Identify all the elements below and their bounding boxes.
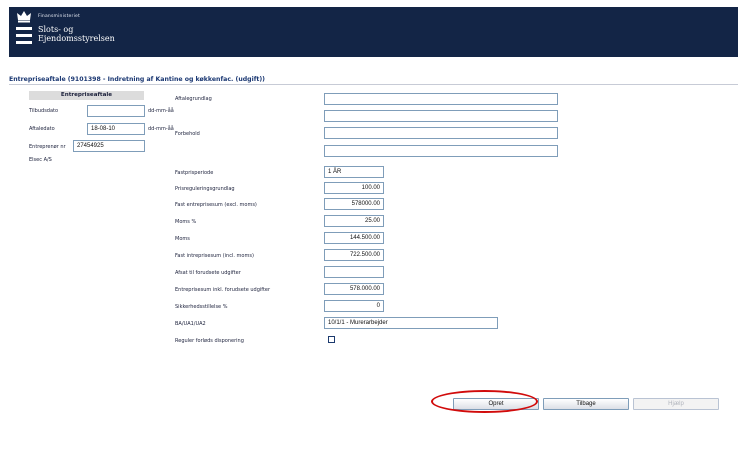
prisregulering-input[interactable]: 100.00 bbox=[324, 182, 384, 194]
inkl-forudsete-input[interactable]: 578.000.00 bbox=[324, 283, 384, 295]
moms-label: Moms bbox=[175, 236, 190, 242]
aftalegrundlag-label: Aftalegrundlag bbox=[175, 96, 212, 102]
entreprenor-input[interactable]: 27454925 bbox=[73, 140, 145, 152]
forbehold-label: Forbehold bbox=[175, 131, 200, 137]
ba-input[interactable]: 10/1/1 - Murerarbejder bbox=[324, 317, 498, 329]
agency-line-2: Ejendomsstyrelsen bbox=[38, 34, 115, 43]
aftaledato-label: Aftaledato bbox=[29, 126, 55, 132]
agency-name: Slots- og Ejendomsstyrelsen bbox=[38, 25, 115, 43]
fastprisperiode-input[interactable]: 1 ÅR bbox=[324, 166, 384, 178]
moms-pct-input[interactable]: 25.00 bbox=[324, 215, 384, 227]
ba-label: BA/UA1/UA2 bbox=[175, 321, 206, 327]
page-title: Entrepriseaftale (9101398 - Indretning a… bbox=[9, 76, 266, 83]
company-name: Elsec A/S bbox=[29, 157, 52, 163]
afsat-label: Afsat til forudsete udgifter bbox=[175, 270, 241, 276]
tilbudsdato-label: Tilbudsdato bbox=[29, 108, 59, 114]
prisregulering-label: Prisreguleringsgrundlag bbox=[175, 186, 235, 192]
crown-crest-icon bbox=[17, 11, 31, 23]
aftaledato-input[interactable]: 18-08-10 bbox=[87, 123, 145, 135]
site-header bbox=[9, 7, 738, 57]
logo-bars-icon bbox=[16, 27, 32, 48]
entreprenor-label: Entreprenør nr bbox=[29, 144, 66, 150]
sikkerhed-input[interactable]: 0 bbox=[324, 300, 384, 312]
title-divider bbox=[9, 84, 738, 85]
forbehold-input-2[interactable] bbox=[324, 145, 558, 157]
inkl-forudsete-label: Entreprisesum inkl. forudsete udgifter bbox=[175, 287, 271, 293]
aftalegrundlag-input-1[interactable] bbox=[324, 93, 558, 105]
section-title: Entrepriseaftale bbox=[29, 91, 144, 100]
highlight-ring bbox=[431, 390, 538, 413]
fastprisperiode-label: Fastprisperiode bbox=[175, 170, 214, 176]
moms-pct-label: Moms % bbox=[175, 219, 197, 225]
reguler-label: Reguler forløds disponering bbox=[175, 338, 244, 344]
fast-entreprisesum-label: Fast entreprisesum (excl. moms) bbox=[175, 202, 257, 208]
agency-line-1: Slots- og bbox=[38, 25, 74, 34]
tilbage-button[interactable]: Tilbage bbox=[543, 398, 629, 410]
reguler-checkbox[interactable] bbox=[328, 336, 335, 343]
forbehold-input-1[interactable] bbox=[324, 127, 558, 139]
tilbudsdato-format: dd-mm-åå bbox=[148, 108, 174, 114]
hjaelp-button[interactable]: Hjælp bbox=[633, 398, 719, 410]
ministry-name: Finansministeriet bbox=[38, 14, 80, 19]
afsat-input[interactable] bbox=[324, 266, 384, 278]
fast-incl-label: Fast intreprisesum (incl. moms) bbox=[175, 253, 254, 259]
tilbudsdato-input[interactable] bbox=[87, 105, 145, 117]
fast-entreprisesum-input[interactable]: 578000.00 bbox=[324, 198, 384, 210]
sikkerhed-label: Sikkerhedsstillelse % bbox=[175, 304, 228, 310]
aftalegrundlag-input-2[interactable] bbox=[324, 110, 558, 122]
aftaledato-format: dd-mm-åå bbox=[148, 126, 174, 132]
moms-input[interactable]: 144.500.00 bbox=[324, 232, 384, 244]
fast-incl-input[interactable]: 722.500.00 bbox=[324, 249, 384, 261]
